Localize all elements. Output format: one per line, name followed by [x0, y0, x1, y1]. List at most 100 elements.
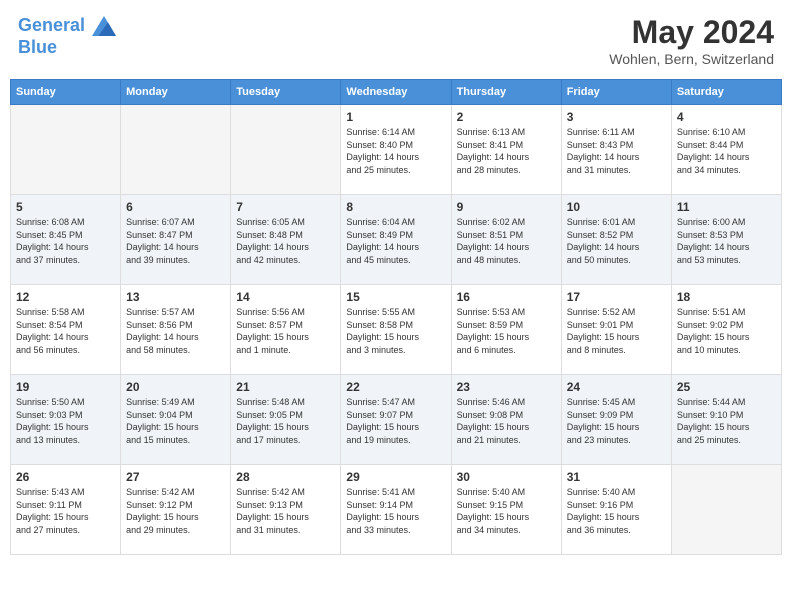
- logo-text: General: [18, 14, 116, 38]
- day-number: 12: [16, 290, 115, 304]
- calendar-cell: 26 Sunrise: 5:43 AM Sunset: 9:11 PM Dayli…: [11, 465, 121, 555]
- weekday-header-monday: Monday: [121, 80, 231, 105]
- day-info: Sunrise: 5:42 AM Sunset: 9:13 PM Dayligh…: [236, 486, 335, 536]
- day-info: Sunrise: 5:55 AM Sunset: 8:58 PM Dayligh…: [346, 306, 445, 356]
- day-info: Sunrise: 5:50 AM Sunset: 9:03 PM Dayligh…: [16, 396, 115, 446]
- day-info: Sunrise: 6:01 AM Sunset: 8:52 PM Dayligh…: [567, 216, 666, 266]
- calendar-cell: 24Sunrise: 5:45 AM Sunset: 9:09 PM Dayli…: [561, 375, 671, 465]
- day-number: 18: [677, 290, 776, 304]
- calendar-cell: 16Sunrise: 5:53 AM Sunset: 8:59 PM Dayli…: [451, 285, 561, 375]
- calendar-cell: 20 Sunrise: 5:49 AM Sunset: 9:04 PM Dayli…: [121, 375, 231, 465]
- calendar-cell: [11, 105, 121, 195]
- day-info: Sunrise: 5:58 AM Sunset: 8:54 PM Dayligh…: [16, 306, 115, 356]
- calendar-cell: 7 Sunrise: 6:05 AM Sunset: 8:48 PM Daylig…: [231, 195, 341, 285]
- weekday-header-saturday: Saturday: [671, 80, 781, 105]
- calendar-cell: 15Sunrise: 5:55 AM Sunset: 8:58 PM Dayli…: [341, 285, 451, 375]
- day-number: 7: [236, 200, 335, 214]
- calendar-cell: 28 Sunrise: 5:42 AM Sunset: 9:13 PM Dayli…: [231, 465, 341, 555]
- logo-blue: Blue: [18, 38, 116, 58]
- location-subtitle: Wohlen, Bern, Switzerland: [609, 51, 774, 67]
- day-info: Sunrise: 5:51 AM Sunset: 9:02 PM Dayligh…: [677, 306, 776, 356]
- day-number: 13: [126, 290, 225, 304]
- calendar-cell: 23Sunrise: 5:46 AM Sunset: 9:08 PM Dayli…: [451, 375, 561, 465]
- calendar-cell: 11 Sunrise: 6:00 AM Sunset: 8:53 PM Dayli…: [671, 195, 781, 285]
- day-info: Sunrise: 5:56 AM Sunset: 8:57 PM Dayligh…: [236, 306, 335, 356]
- calendar-cell: 4 Sunrise: 6:10 AM Sunset: 8:44 PM Daylig…: [671, 105, 781, 195]
- weekday-header-sunday: Sunday: [11, 80, 121, 105]
- calendar-cell: 9 Sunrise: 6:02 AM Sunset: 8:51 PM Daylig…: [451, 195, 561, 285]
- calendar-cell: 2 Sunrise: 6:13 AM Sunset: 8:41 PM Daylig…: [451, 105, 561, 195]
- day-number: 6: [126, 200, 225, 214]
- day-number: 29: [346, 470, 445, 484]
- day-number: 30: [457, 470, 556, 484]
- day-info: Sunrise: 5:49 AM Sunset: 9:04 PM Dayligh…: [126, 396, 225, 446]
- day-number: 17: [567, 290, 666, 304]
- day-info: Sunrise: 6:08 AM Sunset: 8:45 PM Dayligh…: [16, 216, 115, 266]
- weekday-header-friday: Friday: [561, 80, 671, 105]
- day-info: Sunrise: 6:11 AM Sunset: 8:43 PM Dayligh…: [567, 126, 666, 176]
- day-info: Sunrise: 5:48 AM Sunset: 9:05 PM Dayligh…: [236, 396, 335, 446]
- calendar-cell: [671, 465, 781, 555]
- day-info: Sunrise: 5:43 AM Sunset: 9:11 PM Dayligh…: [16, 486, 115, 536]
- calendar-cell: 17 Sunrise: 5:52 AM Sunset: 9:01 PM Dayli…: [561, 285, 671, 375]
- calendar-cell: 12 Sunrise: 5:58 AM Sunset: 8:54 PM Dayli…: [11, 285, 121, 375]
- day-info: Sunrise: 6:04 AM Sunset: 8:49 PM Dayligh…: [346, 216, 445, 266]
- day-number: 22: [346, 380, 445, 394]
- day-number: 4: [677, 110, 776, 124]
- day-number: 23: [457, 380, 556, 394]
- day-number: 28: [236, 470, 335, 484]
- day-info: Sunrise: 5:42 AM Sunset: 9:12 PM Dayligh…: [126, 486, 225, 536]
- week-row-2: 12 Sunrise: 5:58 AM Sunset: 8:54 PM Dayli…: [11, 285, 782, 375]
- day-info: Sunrise: 5:52 AM Sunset: 9:01 PM Dayligh…: [567, 306, 666, 356]
- calendar-cell: 1 Sunrise: 6:14 AM Sunset: 8:40 PM Daylig…: [341, 105, 451, 195]
- page-header: General Blue May 2024 Wohlen, Bern, Swit…: [10, 10, 782, 71]
- week-row-0: 1 Sunrise: 6:14 AM Sunset: 8:40 PM Daylig…: [11, 105, 782, 195]
- day-number: 11: [677, 200, 776, 214]
- day-number: 16: [457, 290, 556, 304]
- day-info: Sunrise: 5:57 AM Sunset: 8:56 PM Dayligh…: [126, 306, 225, 356]
- title-block: May 2024 Wohlen, Bern, Switzerland: [609, 14, 774, 67]
- weekday-header-thursday: Thursday: [451, 80, 561, 105]
- calendar-cell: 29Sunrise: 5:41 AM Sunset: 9:14 PM Dayli…: [341, 465, 451, 555]
- day-number: 19: [16, 380, 115, 394]
- day-info: Sunrise: 6:14 AM Sunset: 8:40 PM Dayligh…: [346, 126, 445, 176]
- calendar-cell: 31Sunrise: 5:40 AM Sunset: 9:16 PM Dayli…: [561, 465, 671, 555]
- calendar-cell: 6 Sunrise: 6:07 AM Sunset: 8:47 PM Daylig…: [121, 195, 231, 285]
- day-number: 2: [457, 110, 556, 124]
- week-row-1: 5 Sunrise: 6:08 AM Sunset: 8:45 PM Daylig…: [11, 195, 782, 285]
- day-info: Sunrise: 6:13 AM Sunset: 8:41 PM Dayligh…: [457, 126, 556, 176]
- logo: General Blue: [18, 14, 116, 58]
- calendar-cell: 14 Sunrise: 5:56 AM Sunset: 8:57 PM Dayli…: [231, 285, 341, 375]
- week-row-4: 26 Sunrise: 5:43 AM Sunset: 9:11 PM Dayli…: [11, 465, 782, 555]
- calendar-cell: 10 Sunrise: 6:01 AM Sunset: 8:52 PM Dayli…: [561, 195, 671, 285]
- day-number: 14: [236, 290, 335, 304]
- day-info: Sunrise: 6:00 AM Sunset: 8:53 PM Dayligh…: [677, 216, 776, 266]
- calendar-cell: [231, 105, 341, 195]
- day-info: Sunrise: 6:07 AM Sunset: 8:47 PM Dayligh…: [126, 216, 225, 266]
- calendar-table: SundayMondayTuesdayWednesdayThursdayFrid…: [10, 79, 782, 555]
- calendar-cell: 25 Sunrise: 5:44 AM Sunset: 9:10 PM Dayli…: [671, 375, 781, 465]
- calendar-cell: 27 Sunrise: 5:42 AM Sunset: 9:12 PM Dayli…: [121, 465, 231, 555]
- day-number: 26: [16, 470, 115, 484]
- day-number: 25: [677, 380, 776, 394]
- day-number: 27: [126, 470, 225, 484]
- month-year-title: May 2024: [609, 14, 774, 51]
- day-info: Sunrise: 6:02 AM Sunset: 8:51 PM Dayligh…: [457, 216, 556, 266]
- day-info: Sunrise: 6:10 AM Sunset: 8:44 PM Dayligh…: [677, 126, 776, 176]
- day-number: 31: [567, 470, 666, 484]
- day-info: Sunrise: 6:05 AM Sunset: 8:48 PM Dayligh…: [236, 216, 335, 266]
- day-info: Sunrise: 5:44 AM Sunset: 9:10 PM Dayligh…: [677, 396, 776, 446]
- day-info: Sunrise: 5:40 AM Sunset: 9:15 PM Dayligh…: [457, 486, 556, 536]
- day-number: 10: [567, 200, 666, 214]
- calendar-cell: 22Sunrise: 5:47 AM Sunset: 9:07 PM Dayli…: [341, 375, 451, 465]
- day-number: 1: [346, 110, 445, 124]
- calendar-cell: 5 Sunrise: 6:08 AM Sunset: 8:45 PM Daylig…: [11, 195, 121, 285]
- weekday-header-wednesday: Wednesday: [341, 80, 451, 105]
- day-number: 5: [16, 200, 115, 214]
- day-number: 9: [457, 200, 556, 214]
- calendar-cell: 8 Sunrise: 6:04 AM Sunset: 8:49 PM Daylig…: [341, 195, 451, 285]
- weekday-header-row: SundayMondayTuesdayWednesdayThursdayFrid…: [11, 80, 782, 105]
- day-number: 8: [346, 200, 445, 214]
- day-number: 20: [126, 380, 225, 394]
- day-number: 3: [567, 110, 666, 124]
